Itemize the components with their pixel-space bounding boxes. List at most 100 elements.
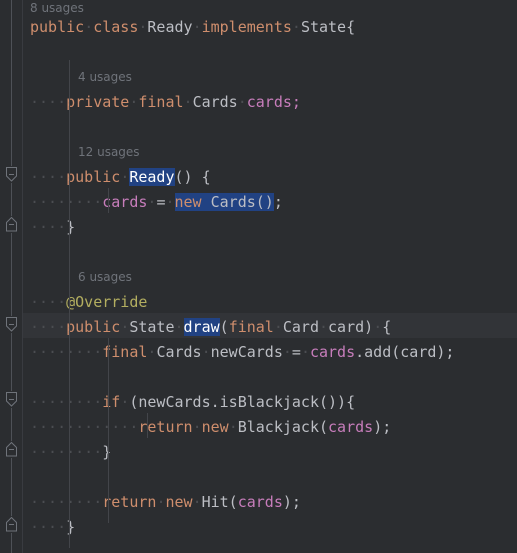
fold-marker-close-icon[interactable]: [5, 516, 18, 533]
code-token: cards: [237, 493, 283, 511]
indent-guide: [108, 188, 109, 213]
code-token: () {: [174, 168, 211, 186]
code-token: private: [66, 93, 130, 111]
code-token: ;: [291, 93, 301, 111]
code-token: ····: [30, 218, 67, 236]
code-editor[interactable]: public·class·Ready·implements·State{····…: [0, 0, 517, 553]
code-line[interactable]: ····}: [22, 215, 75, 240]
code-line[interactable]: ····public·State·draw(final·Card·card)·{: [22, 315, 391, 340]
code-token: ·: [373, 318, 383, 336]
code-token: ····: [66, 393, 103, 411]
code-token: Cards: [156, 343, 202, 361]
code-token: ·: [228, 418, 238, 436]
code-token: ····: [30, 343, 67, 361]
code-line[interactable]: ····}: [22, 515, 75, 540]
fold-spine: [11, 233, 12, 316]
code-line[interactable]: ········final·Cards·newCards·=·cards.add…: [22, 340, 454, 365]
code-token: public: [66, 318, 121, 336]
code-token: ·: [273, 318, 283, 336]
code-line[interactable]: ········return·new·Hit(cards);: [22, 490, 301, 515]
code-token: public: [30, 18, 85, 36]
fold-spine: [11, 0, 12, 166]
code-token: [201, 193, 211, 211]
code-line[interactable]: ········cards·=·new Cards();: [22, 190, 283, 215]
code-token: Card: [282, 318, 319, 336]
code-token: @Override: [66, 293, 148, 311]
code-token: ····: [30, 393, 67, 411]
code-token: (newCards.isBlackjack()){: [129, 393, 356, 411]
code-token: }: [102, 443, 112, 461]
code-token: ·: [120, 168, 130, 186]
code-token: draw: [183, 318, 220, 336]
code-token: }: [66, 218, 76, 236]
code-token: );: [282, 493, 301, 511]
code-token: return: [102, 493, 157, 511]
code-line[interactable]: public·class·Ready·implements·State{: [22, 15, 355, 40]
code-token: ·: [319, 318, 329, 336]
fold-marker-close-icon[interactable]: [5, 216, 18, 233]
fold-spine: [11, 408, 12, 441]
code-token: ·: [201, 343, 211, 361]
fold-spine: [11, 333, 12, 391]
fold-marker-open-icon[interactable]: [5, 316, 18, 333]
code-line[interactable]: ····public·Ready() {: [22, 165, 211, 190]
code-token: cards: [328, 418, 374, 436]
code-token: );: [436, 343, 455, 361]
code-token: newCards: [210, 343, 283, 361]
code-token: ····: [66, 343, 103, 361]
code-token: =: [291, 343, 301, 361]
code-token: ····: [30, 318, 67, 336]
code-token: .add(: [355, 343, 401, 361]
code-token: ·: [165, 193, 175, 211]
code-token: cards: [246, 93, 292, 111]
code-token: ····: [66, 443, 103, 461]
code-line[interactable]: ········if·(newCards.isBlackjack()){: [22, 390, 355, 415]
fold-spine: [11, 183, 12, 216]
code-token: ·: [174, 318, 184, 336]
code-token: ····: [30, 193, 67, 211]
code-token: );: [373, 418, 392, 436]
code-token: Cards(): [210, 193, 274, 211]
code-token: card): [328, 318, 374, 336]
code-token: final: [102, 343, 148, 361]
code-token: implements: [201, 18, 292, 36]
code-token: ·: [237, 93, 247, 111]
code-token: new: [165, 493, 193, 511]
code-token: ·: [183, 93, 193, 111]
code-token: card: [400, 343, 437, 361]
code-token: Hit(: [201, 493, 238, 511]
code-token: State: [129, 318, 175, 336]
code-token: Ready: [129, 168, 175, 186]
code-token: ·: [192, 493, 202, 511]
code-token: final: [228, 318, 274, 336]
code-token: (: [219, 318, 229, 336]
gutter-separator: [22, 0, 23, 553]
fold-marker-close-icon[interactable]: [5, 441, 18, 458]
code-line[interactable]: ············return·new·Blackjack(cards);: [22, 415, 391, 440]
code-token: cards: [102, 193, 148, 211]
code-token: ····: [30, 168, 67, 186]
indent-guide: [108, 338, 109, 523]
code-token: ·: [300, 343, 310, 361]
code-token: {: [382, 318, 392, 336]
code-token: ;: [273, 193, 283, 211]
code-token: ····: [66, 493, 103, 511]
code-token: ····: [30, 93, 67, 111]
fold-marker-open-icon[interactable]: [5, 391, 18, 408]
code-token: ·: [291, 18, 301, 36]
code-line[interactable]: ········}: [22, 440, 111, 465]
code-token: ····: [30, 443, 67, 461]
code-token: cards: [309, 343, 356, 361]
code-token: ·: [120, 393, 130, 411]
code-token: new: [201, 418, 229, 436]
fold-spine: [11, 458, 12, 516]
code-token: ·: [84, 18, 94, 36]
code-token: ····: [66, 193, 103, 211]
code-line[interactable]: ····private·final·Cards·cards;: [22, 90, 301, 115]
code-line[interactable]: ····@Override: [22, 290, 147, 315]
fold-spine: [11, 533, 12, 553]
fold-marker-open-icon[interactable]: [5, 166, 18, 183]
code-token: class: [93, 18, 139, 36]
code-token: ····: [30, 418, 67, 436]
code-text-layer[interactable]: public·class·Ready·implements·State{····…: [22, 0, 517, 553]
